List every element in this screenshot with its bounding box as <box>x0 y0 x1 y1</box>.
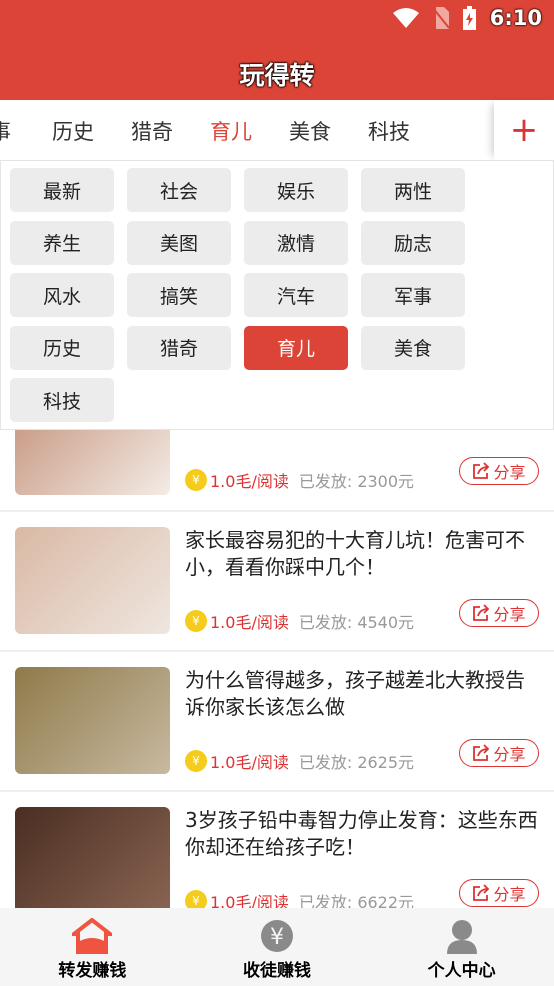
status-bar: 6:10 <box>392 6 542 30</box>
category-chip[interactable]: 美图 <box>127 220 231 265</box>
nav-share-earn[interactable]: 转发赚钱 <box>0 908 185 986</box>
tab-1[interactable]: 历史 <box>52 116 94 146</box>
app-header: 6:10 玩得转 <box>0 0 554 100</box>
category-chip[interactable]: 猎奇 <box>127 325 231 370</box>
category-chip[interactable]: 风水 <box>10 273 114 317</box>
category-chip[interactable]: 汽车 <box>244 273 348 317</box>
read-price: 1.0毛/阅读 <box>210 753 289 772</box>
yuan-coin-icon: ¥ <box>261 920 293 952</box>
coin-icon: ¥ <box>185 750 207 772</box>
article-item[interactable]: 家长最容易犯的十大育儿坑！危害可不小，看看你踩中几个！ ¥ 1.0毛/阅读 已发… <box>0 512 554 652</box>
wifi-icon <box>392 8 419 28</box>
paid-amount: 已发放: 2625元 <box>298 753 415 772</box>
tab-5[interactable]: 科技 <box>368 116 410 146</box>
category-chip[interactable]: 军事 <box>361 273 465 317</box>
article-thumbnail <box>15 420 170 495</box>
share-label: 分享 <box>493 605 526 624</box>
share-button[interactable]: 分享 <box>459 739 539 767</box>
share-button[interactable]: 分享 <box>459 599 539 627</box>
category-chip[interactable]: 两性 <box>361 168 465 212</box>
category-chip[interactable]: 历史 <box>10 325 114 370</box>
article-thumbnail <box>15 807 170 914</box>
nav-apprentice-earn[interactable]: ¥ 收徒赚钱 <box>185 908 370 986</box>
tab-3-active[interactable]: 育儿 <box>210 116 252 146</box>
category-chip[interactable]: 励志 <box>361 220 465 265</box>
share-button[interactable]: 分享 <box>459 879 539 907</box>
article-meta: ¥ 1.0毛/阅读 已发放: 4540元 <box>185 609 414 633</box>
category-chip[interactable]: 美食 <box>361 325 465 370</box>
share-icon <box>473 604 490 621</box>
category-chip[interactable]: 育儿 <box>244 325 348 370</box>
user-icon <box>446 920 477 954</box>
article-meta: ¥ 1.0毛/阅读 已发放: 2625元 <box>185 749 414 773</box>
share-label: 分享 <box>493 463 526 482</box>
bottom-nav: 转发赚钱 ¥ 收徒赚钱 个人中心 <box>0 908 554 986</box>
paid-amount: 已发放: 2300元 <box>298 472 415 491</box>
category-chip[interactable]: 养生 <box>10 220 114 265</box>
category-tabs: 事 历史 猎奇 育儿 美食 科技 + <box>0 100 554 160</box>
coin-icon: ¥ <box>185 610 207 632</box>
svg-text:¥: ¥ <box>270 925 284 950</box>
category-chip[interactable]: 激情 <box>244 220 348 265</box>
article-list: ¥ 1.0毛/阅读 已发放: 2300元 分享 家长最容易犯的十大育儿坑！危害可… <box>0 420 554 932</box>
tab-4[interactable]: 美食 <box>289 116 331 146</box>
category-dropdown: 最新 社会 娱乐 两性养生 美图 激情 励志风水 搞笑 汽车 军事历史 猎奇 育儿 美食科技 <box>0 160 554 430</box>
category-chip[interactable]: 搞笑 <box>127 273 231 317</box>
add-category-button[interactable]: + <box>494 100 554 160</box>
tab-2[interactable]: 猎奇 <box>131 116 173 146</box>
nav-label: 个人中心 <box>427 961 496 981</box>
category-chip[interactable]: 社会 <box>127 168 231 212</box>
share-label: 分享 <box>493 745 526 764</box>
tab-0[interactable]: 事 <box>0 116 11 146</box>
category-chip[interactable]: 最新 <box>10 168 114 212</box>
nav-label: 转发赚钱 <box>58 961 127 981</box>
share-button[interactable]: 分享 <box>459 457 539 485</box>
article-title: 为什么管得越多，孩子越差北大教授告诉你家长该怎么做 <box>185 668 525 719</box>
home-icon <box>72 918 113 954</box>
read-price: 1.0毛/阅读 <box>210 613 289 632</box>
share-icon <box>473 462 490 479</box>
nav-profile[interactable]: 个人中心 <box>369 908 554 986</box>
no-sim-icon <box>432 7 449 29</box>
article-title: 家长最容易犯的十大育儿坑！危害可不小，看看你踩中几个！ <box>185 528 525 579</box>
battery-charging-icon <box>462 6 476 30</box>
paid-amount: 已发放: 4540元 <box>298 613 415 632</box>
nav-label: 收徒赚钱 <box>243 961 311 981</box>
article-item[interactable]: 为什么管得越多，孩子越差北大教授告诉你家长该怎么做 ¥ 1.0毛/阅读 已发放:… <box>0 652 554 792</box>
article-thumbnail <box>15 667 170 774</box>
category-chip[interactable]: 娱乐 <box>244 168 348 212</box>
read-price: 1.0毛/阅读 <box>210 472 289 491</box>
category-chip[interactable]: 科技 <box>10 378 114 422</box>
status-time: 6:10 <box>489 6 542 30</box>
share-icon <box>473 884 490 901</box>
coin-icon: ¥ <box>185 469 207 491</box>
share-label: 分享 <box>493 885 526 904</box>
share-icon <box>473 744 490 761</box>
article-thumbnail <box>15 527 170 634</box>
article-item[interactable]: ¥ 1.0毛/阅读 已发放: 2300元 分享 <box>0 420 554 512</box>
page-title: 玩得转 <box>239 61 315 90</box>
article-title: 3岁孩子铅中毒智力停止发育：这些东西你却还在给孩子吃！ <box>185 808 538 859</box>
article-meta: ¥ 1.0毛/阅读 已发放: 2300元 <box>185 468 414 492</box>
